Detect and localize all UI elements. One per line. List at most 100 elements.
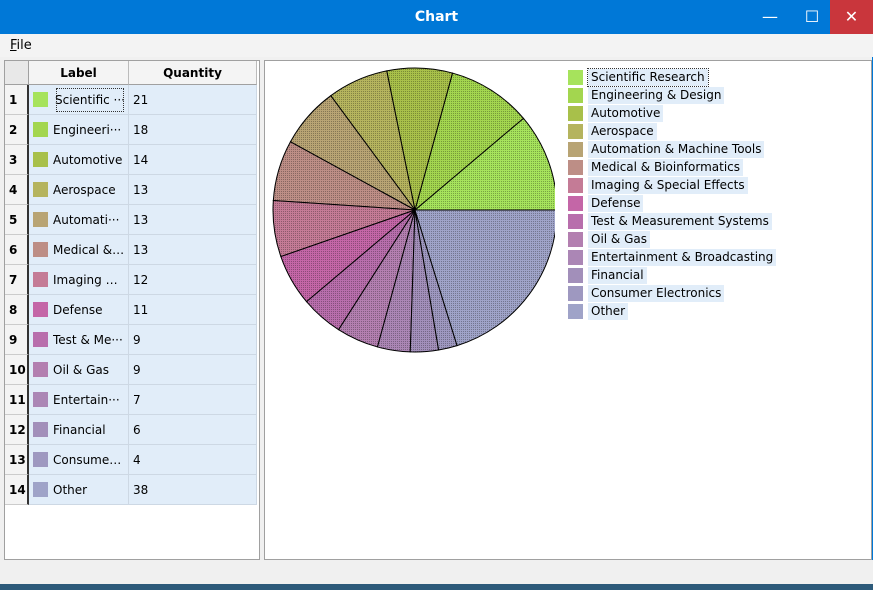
table-row[interactable]: 12 Financial 6 (5, 415, 257, 445)
quantity-cell[interactable]: 12 (129, 265, 257, 295)
menu-file[interactable]: File (10, 38, 32, 53)
window-title: Chart (414, 9, 459, 25)
legend-label: Consumer Electronics (588, 285, 725, 302)
quantity-cell[interactable]: 13 (129, 235, 257, 265)
legend-label: Other (588, 303, 629, 320)
table-row[interactable]: 2 Engineeri··· 18 (5, 115, 257, 145)
maximize-button[interactable]: ☐ (789, 0, 835, 34)
label-cell[interactable]: Scientific ··· (29, 85, 129, 115)
quantity-cell[interactable]: 13 (129, 205, 257, 235)
row-number[interactable]: 11 (5, 385, 29, 415)
color-swatch (33, 482, 48, 497)
legend-label: Scientific Research (587, 68, 709, 87)
data-table[interactable]: Label Quantity 1 Scientific ··· 21 2 Enginee… (4, 60, 260, 560)
color-swatch (33, 92, 48, 107)
quantity-cell[interactable]: 4 (129, 445, 257, 475)
quantity-cell[interactable]: 18 (129, 115, 257, 145)
label-cell[interactable]: Automotive (29, 145, 129, 175)
table-row[interactable]: 1 Scientific ··· 21 (5, 85, 257, 115)
row-number[interactable]: 7 (5, 265, 29, 295)
table-row[interactable]: 10 Oil & Gas 9 (5, 355, 257, 385)
table-row[interactable]: 8 Defense 11 (5, 295, 257, 325)
quantity-cell[interactable]: 9 (129, 325, 257, 355)
quantity-cell[interactable]: 21 (129, 85, 257, 115)
label-cell[interactable]: Engineeri··· (29, 115, 129, 145)
label-cell[interactable]: Aerospace (29, 175, 129, 205)
legend-label: Oil & Gas (588, 231, 651, 248)
minimize-button[interactable]: — (747, 0, 793, 34)
table-corner[interactable] (5, 61, 29, 85)
label-text: Other (53, 483, 88, 497)
table-row[interactable]: 11 Entertain··· 7 (5, 385, 257, 415)
label-cell[interactable]: Test & Me··· (29, 325, 129, 355)
legend-label: Aerospace (588, 123, 657, 140)
legend-label: Automotive (588, 105, 664, 122)
label-cell[interactable]: Consumer··· (29, 445, 129, 475)
column-header-quantity[interactable]: Quantity (129, 61, 257, 85)
table-row[interactable]: 5 Automati··· 13 (5, 205, 257, 235)
row-number[interactable]: 2 (5, 115, 29, 145)
row-number[interactable]: 4 (5, 175, 29, 205)
label-text: Scientific ··· (53, 85, 127, 114)
color-swatch (33, 362, 48, 377)
column-header-label[interactable]: Label (29, 61, 129, 85)
legend-label: Test & Measurement Systems (588, 213, 772, 230)
table-row[interactable]: 9 Test & Me··· 9 (5, 325, 257, 355)
legend-label: Automation & Machine Tools (588, 141, 765, 158)
table-row[interactable]: 3 Automotive 14 (5, 145, 257, 175)
legend-swatch (568, 178, 583, 193)
row-number[interactable]: 9 (5, 325, 29, 355)
color-swatch (33, 122, 48, 137)
row-number[interactable]: 13 (5, 445, 29, 475)
chart-panel: Scientific Research Engineering & Design A… (264, 60, 872, 560)
label-cell[interactable]: Medical & ··· (29, 235, 129, 265)
label-text: Automotive (53, 153, 123, 167)
row-number[interactable]: 12 (5, 415, 29, 445)
label-cell[interactable]: Other (29, 475, 129, 505)
label-cell[interactable]: Imaging &··· (29, 265, 129, 295)
table-row[interactable]: 7 Imaging &··· 12 (5, 265, 257, 295)
chart-window: Chart — ☐ ✕ File Label Quantity 1 Scienti… (0, 0, 873, 584)
label-text: Engineeri··· (53, 123, 122, 137)
legend-label: Defense (588, 195, 644, 212)
legend-swatch (568, 232, 583, 247)
row-number[interactable]: 5 (5, 205, 29, 235)
title-bar[interactable]: Chart — ☐ ✕ (0, 0, 873, 34)
table-row[interactable]: 4 Aerospace 13 (5, 175, 257, 205)
row-number[interactable]: 6 (5, 235, 29, 265)
label-cell[interactable]: Automati··· (29, 205, 129, 235)
row-number[interactable]: 10 (5, 355, 29, 385)
label-text: Test & Me··· (53, 333, 123, 347)
quantity-cell[interactable]: 11 (129, 295, 257, 325)
row-number[interactable]: 8 (5, 295, 29, 325)
color-swatch (33, 332, 48, 347)
color-swatch (33, 212, 48, 227)
table-row[interactable]: 13 Consumer··· 4 (5, 445, 257, 475)
row-number[interactable]: 14 (5, 475, 29, 505)
legend-label: Imaging & Special Effects (588, 177, 748, 194)
quantity-cell[interactable]: 7 (129, 385, 257, 415)
row-number[interactable]: 3 (5, 145, 29, 175)
legend-swatch (568, 106, 583, 121)
quantity-cell[interactable]: 13 (129, 175, 257, 205)
label-text: Aerospace (53, 183, 116, 197)
label-cell[interactable]: Oil & Gas (29, 355, 129, 385)
close-button[interactable]: ✕ (830, 0, 873, 34)
row-number[interactable]: 1 (5, 85, 29, 115)
label-cell[interactable]: Defense (29, 295, 129, 325)
label-text: Medical & ··· (53, 243, 125, 257)
quantity-cell[interactable]: 38 (129, 475, 257, 505)
quantity-cell[interactable]: 9 (129, 355, 257, 385)
color-swatch (33, 182, 48, 197)
label-cell[interactable]: Financial (29, 415, 129, 445)
quantity-cell[interactable]: 14 (129, 145, 257, 175)
table-row[interactable]: 6 Medical & ··· 13 (5, 235, 257, 265)
color-swatch (33, 152, 48, 167)
legend-swatch (568, 286, 583, 301)
table-row[interactable]: 14 Other 38 (5, 475, 257, 505)
legend-label: Financial (588, 267, 647, 284)
color-swatch (33, 242, 48, 257)
menu-bar: File (0, 34, 873, 57)
quantity-cell[interactable]: 6 (129, 415, 257, 445)
label-cell[interactable]: Entertain··· (29, 385, 129, 415)
